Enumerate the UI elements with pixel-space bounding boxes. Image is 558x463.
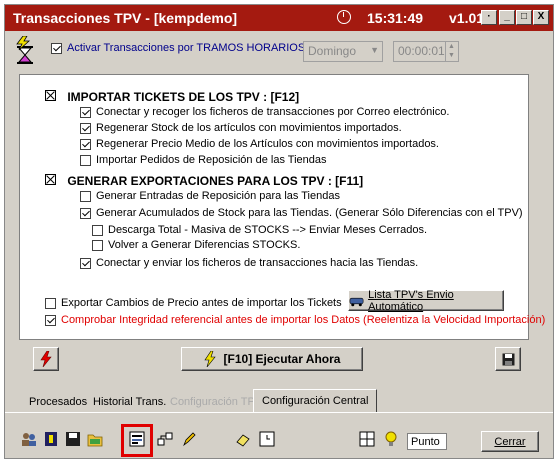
export-sub-item[interactable]: Descarga Total - Masiva de STOCKS --> En…	[92, 224, 427, 236]
export-item-checkbox[interactable]	[80, 207, 91, 219]
day-select[interactable]: Domingo ▼	[303, 41, 383, 62]
hourglass-lightning-icon	[16, 36, 33, 64]
tramos-checkbox[interactable]	[51, 42, 62, 54]
title-version: v1.01	[449, 10, 485, 26]
settings-panel: IMPORTAR TICKETS DE LOS TPV : [F12] Cone…	[19, 74, 545, 340]
key-icon[interactable]	[43, 431, 59, 447]
import-section-header: IMPORTAR TICKETS DE LOS TPV : [F12]	[45, 90, 299, 104]
export-sub-item-checkbox[interactable]	[92, 239, 103, 251]
floppy-icon	[502, 353, 514, 365]
punto-field[interactable]: Punto	[407, 433, 447, 450]
title-time: 15:31:49	[367, 10, 424, 26]
selection-highlight	[121, 424, 153, 457]
export-item-checkbox[interactable]	[80, 190, 91, 202]
import-item-checkbox[interactable]	[80, 154, 91, 166]
tab-bar: Procesados Historial Trans. Configuració…	[5, 389, 553, 413]
export-section-title: GENERAR EXPORTACIONES PARA LOS TPV : [F1…	[67, 174, 364, 188]
export-sub-item[interactable]: Volver a Generar Diferencias STOCKS.	[92, 239, 300, 251]
divider	[5, 412, 553, 413]
execute-button-label: [F10] Ejecutar Ahora	[223, 352, 341, 366]
close-button[interactable]: X	[533, 10, 549, 25]
network-icon[interactable]	[157, 431, 173, 447]
import-section-xbox[interactable]	[45, 90, 56, 101]
import-section-title: IMPORTAR TICKETS DE LOS TPV : [F12]	[67, 90, 300, 104]
menu-button[interactable]: ·	[481, 10, 497, 25]
tramos-bar: Activar Transacciones por TRAMOS HORARIO…	[5, 32, 553, 66]
execute-button[interactable]: [F10] Ejecutar Ahora	[181, 347, 363, 371]
import-item-checkbox[interactable]	[80, 138, 91, 150]
import-item-label: Regenerar Stock de los artículos con mov…	[96, 122, 402, 134]
users-icon[interactable]	[21, 431, 37, 447]
tab-historial[interactable]: Historial Trans.	[85, 391, 174, 413]
import-item[interactable]: Conectar y recoger los ficheros de trans…	[80, 106, 449, 118]
title-bar: Transacciones TPV - [kempdemo] 15:31:49 …	[5, 5, 553, 31]
export-prices-checkbox[interactable]	[45, 297, 56, 309]
export-section-header: GENERAR EXPORTACIONES PARA LOS TPV : [F1…	[45, 174, 363, 188]
export-send-checkbox[interactable]	[80, 257, 91, 269]
spin-arrows-icon[interactable]: ▲ ▼	[445, 42, 457, 61]
integrity-checkbox[interactable]	[45, 314, 56, 326]
chevron-down-icon: ▼	[370, 45, 379, 55]
import-item[interactable]: Regenerar Precio Medio de los Artículos …	[80, 138, 439, 150]
time-stepper-value: 00:00:01	[398, 44, 445, 58]
export-send-label: Conectar y enviar los ficheros de transa…	[96, 257, 419, 269]
grid-icon[interactable]	[359, 431, 375, 447]
lightning-icon	[203, 351, 216, 367]
tab-procesados[interactable]: Procesados	[21, 391, 95, 413]
export-prices-option[interactable]: Exportar Cambios de Precio antes de impo…	[45, 297, 342, 309]
maximize-button[interactable]: □	[516, 10, 532, 25]
export-item-label: Generar Entradas de Reposición para las …	[96, 190, 340, 202]
bottom-toolbar: Punto Cerrar	[5, 423, 553, 459]
eraser-icon[interactable]	[235, 431, 251, 447]
export-item[interactable]: Generar Entradas de Reposición para las …	[80, 190, 340, 202]
lista-tpv-label: Lista TPV's Envio Automático	[368, 288, 454, 313]
punto-field-value: Punto	[411, 436, 440, 448]
lightning-button[interactable]	[33, 347, 59, 371]
import-item-label: Importar Pedidos de Reposición de las Ti…	[96, 154, 327, 166]
main-window: Transacciones TPV - [kempdemo] 15:31:49 …	[4, 4, 554, 459]
export-section-xbox[interactable]	[45, 174, 56, 185]
import-item[interactable]: Regenerar Stock de los artículos con mov…	[80, 122, 402, 134]
window-title: Transacciones TPV - [kempdemo]	[13, 10, 238, 26]
minimize-button[interactable]: _	[499, 10, 515, 25]
folder-icon[interactable]	[87, 431, 103, 447]
import-item-checkbox[interactable]	[80, 106, 91, 118]
export-sub-item-label: Volver a Generar Diferencias STOCKS.	[108, 239, 301, 251]
export-item[interactable]: Generar Acumulados de Stock para las Tie…	[80, 207, 523, 219]
tramos-label: Activar Transacciones por TRAMOS HORARIO…	[67, 42, 306, 54]
import-item-label: Conectar y recoger los ficheros de trans…	[96, 106, 450, 118]
network-car-icon	[349, 297, 364, 306]
export-sub-item-label: Descarga Total - Masiva de STOCKS --> En…	[108, 224, 428, 236]
export-item-label: Generar Acumulados de Stock para las Tie…	[96, 207, 523, 219]
export-send-item[interactable]: Conectar y enviar los ficheros de transa…	[80, 257, 418, 269]
bulb-icon[interactable]	[383, 431, 399, 447]
clock-icon	[337, 10, 351, 24]
integrity-option[interactable]: Comprobar Integridad referencial antes d…	[45, 314, 545, 326]
clock-icon[interactable]	[259, 431, 275, 447]
time-stepper[interactable]: 00:00:01 ▲ ▼	[393, 41, 459, 62]
pen-icon[interactable]	[181, 431, 197, 447]
integrity-label: Comprobar Integridad referencial antes d…	[61, 314, 546, 326]
tab-configuracion-central[interactable]: Configuración Central	[253, 389, 378, 413]
export-sub-item-checkbox[interactable]	[92, 224, 103, 236]
import-item[interactable]: Importar Pedidos de Reposición de las Ti…	[80, 154, 327, 166]
close-window-button[interactable]: Cerrar	[481, 431, 539, 452]
day-select-value: Domingo	[308, 44, 357, 58]
import-item-checkbox[interactable]	[80, 122, 91, 134]
close-window-label: Cerrar	[494, 435, 526, 448]
tramos-option[interactable]: Activar Transacciones por TRAMOS HORARIO…	[51, 42, 305, 54]
lightning-icon	[40, 351, 52, 367]
lista-tpv-button[interactable]: Lista TPV's Envio Automático	[348, 288, 504, 313]
save-icon[interactable]	[65, 431, 81, 447]
save-button[interactable]	[495, 347, 521, 371]
import-item-label: Regenerar Precio Medio de los Artículos …	[96, 138, 439, 150]
export-prices-label: Exportar Cambios de Precio antes de impo…	[61, 297, 342, 309]
